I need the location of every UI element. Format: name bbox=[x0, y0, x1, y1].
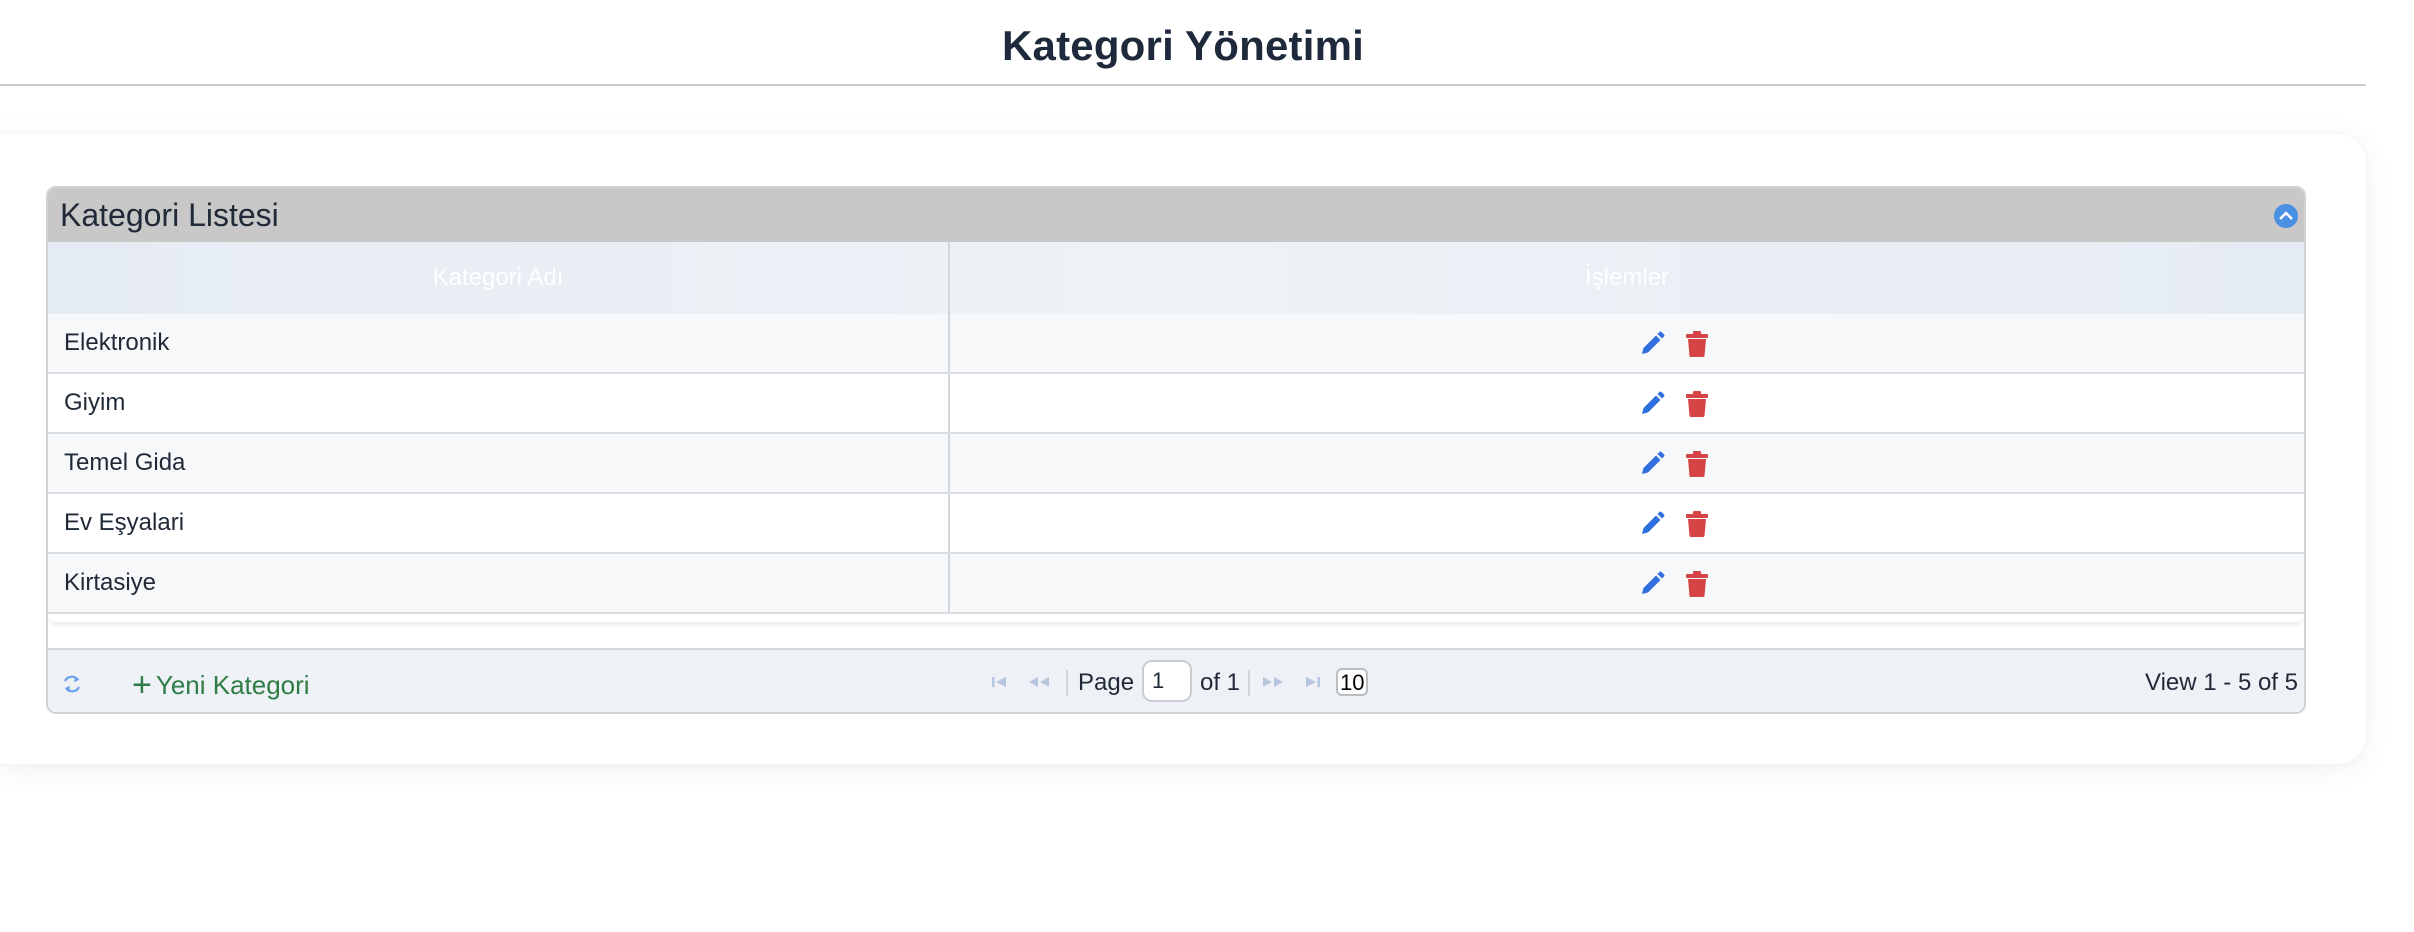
pencil-icon[interactable] bbox=[1638, 450, 1666, 483]
trash-icon[interactable] bbox=[1684, 510, 1710, 543]
category-grid: Kategori Listesi Kategori Adı İşlemler E… bbox=[46, 186, 2306, 714]
add-category-label: Yeni Kategori bbox=[155, 670, 310, 700]
actions-cell bbox=[950, 554, 2304, 612]
last-page-icon[interactable] bbox=[1302, 650, 1328, 712]
actions-cell bbox=[950, 494, 2304, 552]
grid-pager: + Yeni Kategori Page 1 of 1 10 View 1 - 5… bbox=[48, 648, 2304, 712]
pencil-icon[interactable] bbox=[1638, 330, 1666, 363]
first-page-icon[interactable] bbox=[990, 650, 1016, 712]
actions-cell bbox=[950, 374, 2304, 432]
page-number-input[interactable]: 1 bbox=[1142, 660, 1192, 702]
chevron-up-icon[interactable] bbox=[2274, 204, 2298, 228]
pencil-icon[interactable] bbox=[1638, 570, 1666, 603]
pager-separator bbox=[1248, 670, 1250, 696]
category-name-cell: Kirtasiye bbox=[48, 554, 950, 612]
plus-icon: + bbox=[132, 666, 152, 704]
pager-separator bbox=[1066, 670, 1068, 696]
page-label: Page bbox=[1078, 669, 1135, 696]
table-row[interactable]: Ev Eşyalari bbox=[48, 494, 2304, 554]
next-page-icon[interactable] bbox=[1260, 650, 1290, 712]
table-row[interactable]: Kirtasiye bbox=[48, 554, 2304, 614]
page-header: Kategori Yönetimi bbox=[0, 0, 2366, 86]
pencil-icon[interactable] bbox=[1638, 510, 1666, 543]
page-count-label: of 1 bbox=[1200, 669, 1241, 696]
category-name-cell: Ev Eşyalari bbox=[48, 494, 950, 552]
grid-body-bottom-edge bbox=[48, 614, 2304, 622]
grid-caption: Kategori Listesi bbox=[48, 188, 2304, 242]
actions-cell bbox=[950, 434, 2304, 492]
add-category-button[interactable]: + Yeni Kategori bbox=[132, 666, 310, 702]
column-header-name[interactable]: Kategori Adı bbox=[48, 242, 950, 314]
actions-cell bbox=[950, 314, 2304, 372]
refresh-icon[interactable] bbox=[60, 672, 84, 701]
trash-icon[interactable] bbox=[1684, 390, 1710, 423]
page-size-select[interactable]: 10 bbox=[1336, 668, 1369, 696]
table-row[interactable]: Temel Gida bbox=[48, 434, 2304, 494]
column-header-actions[interactable]: İşlemler bbox=[950, 242, 2304, 314]
records-info: View 1 - 5 of 5 bbox=[2145, 669, 2298, 696]
pencil-icon[interactable] bbox=[1638, 390, 1666, 423]
grid-body: Elektronik Giyim Temel Gida Ev Eşyalari Kirt… bbox=[48, 314, 2304, 614]
table-row[interactable]: Elektronik bbox=[48, 314, 2304, 374]
table-row[interactable]: Giyim bbox=[48, 374, 2304, 434]
category-name-cell: Elektronik bbox=[48, 314, 950, 372]
category-name-cell: Temel Gida bbox=[48, 434, 950, 492]
prev-page-icon[interactable] bbox=[1026, 650, 1056, 712]
column-headers: Kategori Adı İşlemler bbox=[48, 242, 2304, 314]
trash-icon[interactable] bbox=[1684, 570, 1710, 603]
grid-caption-title: Kategori Listesi bbox=[60, 197, 279, 233]
trash-icon[interactable] bbox=[1684, 450, 1710, 483]
trash-icon[interactable] bbox=[1684, 330, 1710, 363]
category-name-cell: Giyim bbox=[48, 374, 950, 432]
page-title: Kategori Yönetimi bbox=[1001, 22, 1365, 69]
